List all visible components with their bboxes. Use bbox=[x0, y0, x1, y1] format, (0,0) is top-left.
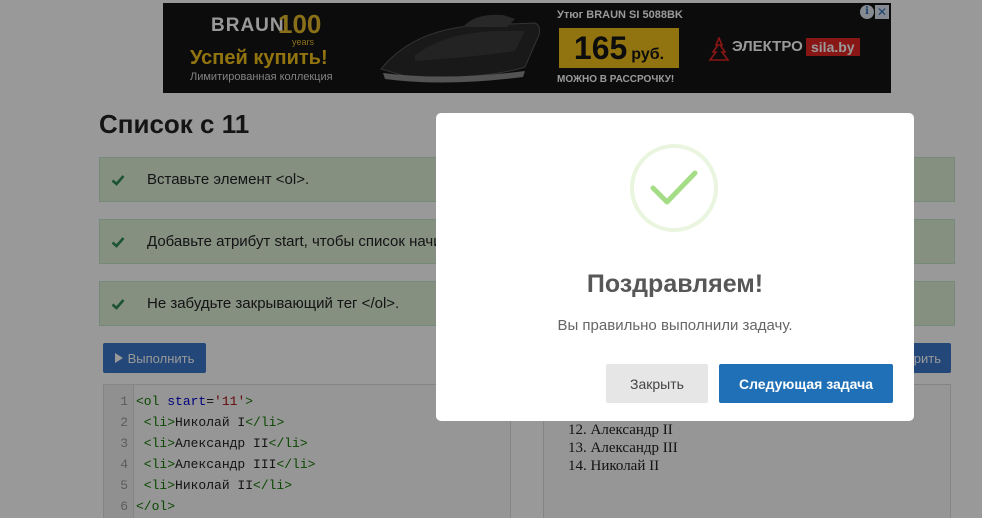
modal-title: Поздравляем! bbox=[586, 270, 764, 298]
close-button[interactable]: Закрыть bbox=[606, 364, 708, 403]
modal-message: Вы правильно выполнили задачу. bbox=[557, 317, 793, 334]
next-task-button[interactable]: Следующая задача bbox=[719, 364, 893, 403]
checkmark-icon bbox=[650, 170, 698, 205]
success-modal: Поздравляем! Вы правильно выполнили зада… bbox=[436, 113, 914, 421]
